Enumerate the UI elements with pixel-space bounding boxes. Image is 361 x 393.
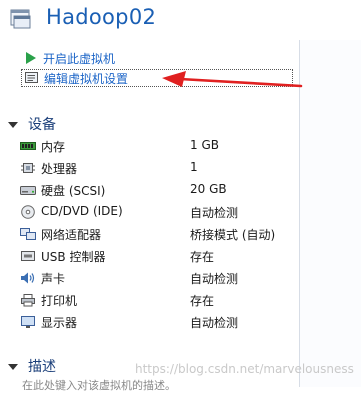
device-row-processor[interactable]: 处理器 1 [20,158,295,178]
play-icon [24,51,38,65]
printer-icon [21,294,35,307]
edit-vm-settings-label: 编辑虚拟机设置 [44,71,129,86]
hard-disk-icon [20,186,36,195]
device-name: 显示器 [41,316,78,330]
device-value: 桥接模式 (自动) [190,228,276,242]
device-row-sound-card[interactable]: 声卡 自动检测 [20,268,295,288]
cpu-icon [21,163,35,173]
device-value: 自动检测 [190,206,239,220]
display-icon [21,316,35,328]
virtual-machine-icon [10,9,31,29]
device-value: 20 GB [190,182,227,196]
device-value: 自动检测 [190,272,239,286]
device-row-cd-dvd[interactable]: CD/DVD (IDE) 自动检测 [20,202,295,222]
device-row-memory[interactable]: 内存 1 GB [20,136,295,156]
device-name: 网络适配器 [41,228,102,242]
annotation-arrow-icon [162,71,303,88]
device-row-display[interactable]: 显示器 自动检测 [20,312,295,332]
device-name: 打印机 [41,294,78,308]
description-placeholder[interactable]: 在此处键入对该虚拟机的描述。 [22,377,176,393]
description-section-header[interactable]: 描述 [8,356,56,376]
power-on-button[interactable]: 开启此虚拟机 [24,49,115,67]
network-adapter-icon [20,228,36,240]
power-on-label: 开启此虚拟机 [43,51,116,66]
usb-icon [21,251,35,261]
device-value: 1 [190,160,198,174]
settings-icon [25,71,39,85]
collapse-triangle-icon [8,363,18,370]
device-name: 声卡 [41,272,66,286]
device-name: CD/DVD (IDE) [41,204,123,218]
memory-icon [20,142,36,150]
watermark: https://blog.csdn.net/marvelousness [135,362,354,376]
vm-title: Hadoop02 [46,5,157,29]
device-row-printer[interactable]: 打印机 存在 [20,290,295,310]
device-row-usb[interactable]: USB 控制器 存在 [20,246,295,266]
devices-section-header[interactable]: 设备 [8,114,56,134]
device-name: 处理器 [41,162,78,176]
device-value: 存在 [190,250,215,264]
device-value: 存在 [190,294,215,308]
device-value: 1 GB [190,138,219,152]
cd-dvd-icon [21,205,35,219]
device-row-hard-disk[interactable]: 硬盘 (SCSI) 20 GB [20,180,295,200]
devices-heading: 设备 [28,117,56,133]
device-row-network-adapter[interactable]: 网络适配器 桥接模式 (自动) [20,224,295,244]
description-heading: 描述 [28,359,56,375]
device-name: 硬盘 (SCSI) [41,184,106,198]
details-pane [300,40,361,387]
collapse-triangle-icon [8,121,18,128]
device-name: USB 控制器 [41,250,106,264]
vm-header: Hadoop02 [0,0,361,42]
sound-card-icon [21,272,35,284]
device-value: 自动检测 [190,316,239,330]
device-name: 内存 [41,140,66,154]
